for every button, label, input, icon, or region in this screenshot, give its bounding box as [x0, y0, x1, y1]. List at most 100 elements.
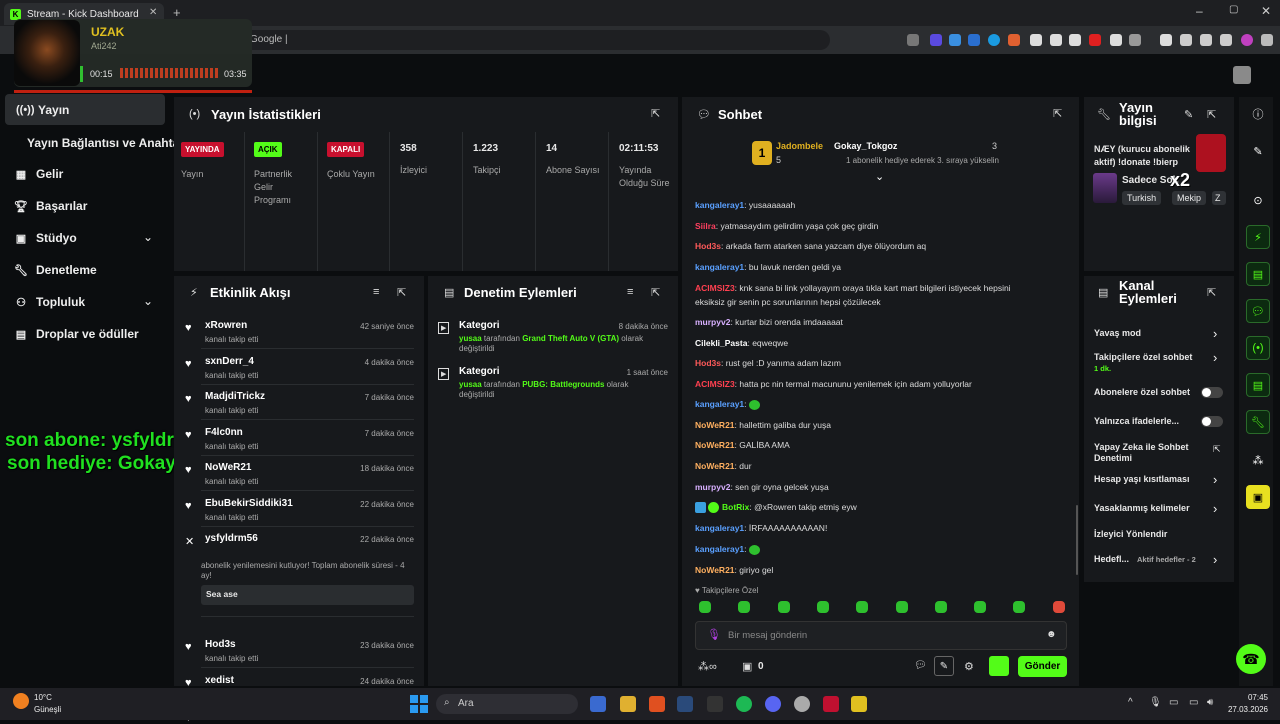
document-icon[interactable]: ▤ — [1246, 262, 1270, 286]
waveform[interactable] — [120, 68, 218, 78]
extension-icon[interactable] — [1200, 34, 1212, 46]
translate-icon[interactable] — [949, 34, 961, 46]
extension-icon[interactable] — [907, 34, 919, 46]
clapper-icon[interactable]: ▣ — [1246, 485, 1270, 509]
extension-icon[interactable] — [1008, 34, 1020, 46]
edit-icon[interactable]: ✎ — [1246, 139, 1270, 163]
chevron-down-icon[interactable]: ⌄ — [143, 294, 153, 308]
chat-username[interactable]: NoWeR21 — [695, 461, 735, 471]
event-user[interactable]: Hod3s — [205, 639, 236, 650]
channel-action-label[interactable]: Yavaş mod — [1094, 328, 1199, 339]
task-view-icon[interactable] — [590, 696, 606, 712]
info-icon[interactable]: ⓘ — [1246, 102, 1270, 126]
sidebar-item-droplar[interactable]: ▤ Droplar ve ödüller — [14, 327, 139, 341]
extension-icon[interactable] — [1220, 34, 1232, 46]
event-user[interactable]: xRowren — [205, 320, 247, 331]
event-user[interactable]: ysfyldrm56 — [205, 533, 258, 544]
discord-icon[interactable] — [765, 696, 781, 712]
extension-icon[interactable] — [930, 34, 942, 46]
app-icon[interactable] — [851, 696, 867, 712]
channel-action-label[interactable]: Abonelere özel sohbet — [1094, 387, 1199, 398]
channel-action-label[interactable]: Takipçilere özel sohbet — [1094, 352, 1199, 363]
close-tab-icon[interactable]: ✕ — [149, 7, 157, 18]
channel-action-label[interactable]: Yapay Zeka ile Sohbet Denetimi — [1094, 442, 1199, 464]
chat-username[interactable]: ACIMSIZ3 — [695, 379, 735, 389]
notification-icon[interactable]: ▭ — [1169, 697, 1178, 708]
app-icon[interactable] — [823, 696, 839, 712]
send-button[interactable]: Gönder — [1018, 656, 1067, 677]
event-user[interactable]: MadjdiTrickz — [205, 391, 265, 402]
chat-username[interactable]: NoWeR21 — [695, 420, 735, 430]
windows-start-icon[interactable] — [410, 695, 428, 713]
toggle-switch[interactable] — [1201, 387, 1223, 398]
sidebar-item-gelir[interactable]: ▦ Gelir — [14, 167, 64, 181]
popout-icon[interactable]: ⇱ — [1053, 107, 1062, 120]
chat-username[interactable]: BotRix — [722, 502, 749, 512]
chat-username[interactable]: ACIMSIZ3 — [695, 283, 735, 293]
sidebar-item-denetleme[interactable]: 🔧︎ Denetleme — [14, 263, 97, 277]
steam-icon[interactable] — [677, 696, 693, 712]
chat-username[interactable]: murpyv2 — [695, 482, 730, 492]
chat-username[interactable]: Hod3s — [695, 241, 721, 251]
sidebar-item-yayin[interactable]: ((•)) Yayın — [16, 103, 69, 117]
extension-icon[interactable] — [1030, 34, 1042, 46]
help-icon[interactable]: ☎︎ — [1236, 644, 1266, 674]
chevron-right-icon[interactable]: › — [1213, 472, 1217, 487]
external-link-icon[interactable]: ⇱ — [1213, 444, 1221, 455]
extension-icon[interactable] — [1129, 34, 1141, 46]
chat-username[interactable]: kangaleray1 — [695, 262, 744, 272]
emote-icon[interactable] — [738, 601, 751, 613]
microphone-icon[interactable]: 🎙︎ — [707, 628, 721, 641]
extension-icon[interactable] — [1050, 34, 1062, 46]
community-icon[interactable]: ⁂ — [1246, 448, 1270, 472]
popout-icon[interactable]: ⇱ — [397, 286, 406, 299]
channel-action-label[interactable]: Hesap yaşı kısıtlaması — [1094, 474, 1199, 485]
file-explorer-icon[interactable] — [620, 696, 636, 712]
emote-icon[interactable] — [816, 601, 829, 613]
popout-icon[interactable]: ⇱ — [651, 286, 660, 299]
channel-icon[interactable]: ▤ — [1246, 373, 1270, 397]
mute-icon[interactable]: ✎ — [934, 656, 954, 676]
event-user[interactable]: sxnDerr_4 — [205, 356, 254, 367]
epic-icon[interactable] — [707, 696, 723, 712]
gear-icon[interactable]: ⚙︎ — [964, 660, 974, 673]
collapse-icon[interactable]: ⌄ — [875, 170, 884, 183]
chat-username[interactable]: kangaleray1 — [695, 399, 744, 409]
filter-icon[interactable]: ≡ — [373, 286, 379, 298]
sidebar-item-basarilar[interactable]: 🏆︎ Başarılar — [14, 199, 87, 213]
emoji-icon[interactable]: ☻ — [1046, 629, 1057, 640]
sidebar-item-studyo[interactable]: ▣ Stüdyo — [14, 231, 77, 245]
filter-icon[interactable]: ≡ — [627, 286, 633, 298]
chat-scrollbar[interactable] — [1076, 505, 1078, 575]
extension-icon[interactable] — [1110, 34, 1122, 46]
sidebar-item-topluluk[interactable]: ⚇ Topluluk — [14, 295, 85, 309]
mod-user[interactable]: yusaa — [459, 380, 482, 389]
chevron-right-icon[interactable]: › — [1213, 326, 1217, 341]
emote-icon[interactable] — [777, 601, 790, 613]
clock-date[interactable]: 27.03.2026 — [1226, 705, 1268, 714]
popout-icon[interactable]: ⇱ — [651, 107, 660, 120]
maximize-button[interactable]: ▢ — [1229, 4, 1238, 15]
chat-username[interactable]: Hod3s — [695, 358, 721, 368]
mod-user[interactable]: yusaa — [459, 334, 482, 343]
emote-icon[interactable] — [699, 601, 711, 613]
edit-icon[interactable]: ✎ — [1184, 108, 1193, 121]
tag-chip[interactable]: Z — [1212, 191, 1226, 205]
capture-icon[interactable]: ⊙ — [1246, 188, 1270, 212]
spotify-icon[interactable] — [736, 696, 752, 712]
network-icon[interactable]: ▭ — [1189, 697, 1198, 708]
chat-username[interactable]: NoWeR21 — [695, 440, 735, 450]
chevron-right-icon[interactable]: › — [1213, 501, 1217, 516]
microphone-icon[interactable]: 🎙︎ — [1149, 697, 1162, 708]
clock-time[interactable]: 07:45 — [1226, 693, 1268, 702]
toggle-switch[interactable] — [1201, 416, 1223, 427]
chat-username[interactable]: Siilra — [695, 221, 716, 231]
event-user[interactable]: xedist — [205, 675, 234, 686]
emote-icon[interactable] — [895, 601, 908, 613]
chat-username[interactable]: Cilekli_Pasta — [695, 338, 747, 348]
channel-action-label[interactable]: İzleyici Yönlendir — [1094, 529, 1199, 540]
extension-icon[interactable] — [1241, 34, 1253, 46]
tag-chip[interactable]: Mekip — [1172, 191, 1207, 205]
chat-icon[interactable]: 💬︎ — [1246, 299, 1270, 323]
chat-bubble-icon[interactable]: 💬︎ — [914, 660, 927, 671]
